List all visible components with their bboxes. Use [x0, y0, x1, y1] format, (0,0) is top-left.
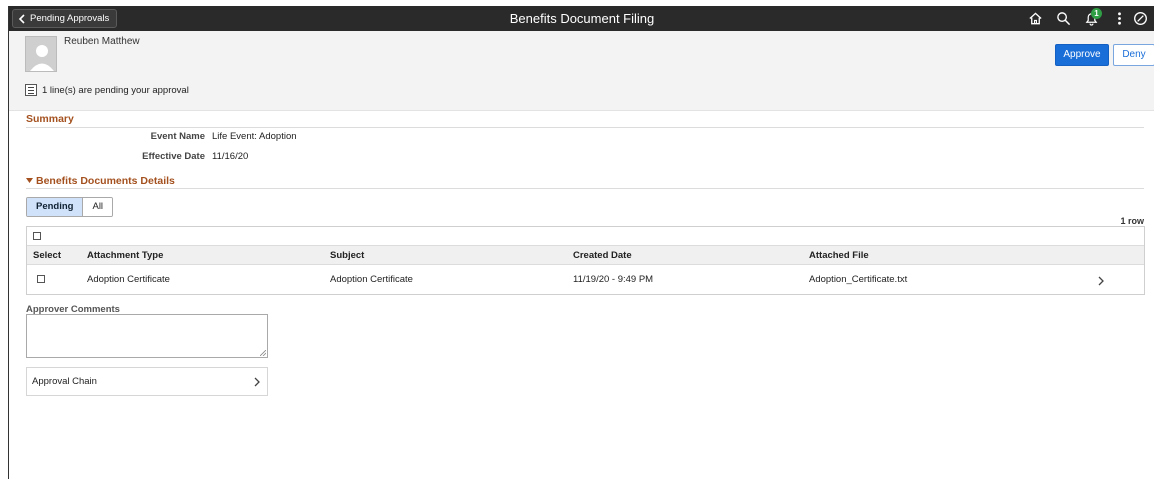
employee-name: Reuben Matthew [64, 36, 140, 47]
row-attached-file[interactable]: Adoption_Certificate.txt [809, 265, 907, 293]
row-attachment-type: Adoption Certificate [87, 273, 170, 285]
search-icon[interactable] [1049, 6, 1077, 31]
effective-date-label: Effective Date [142, 151, 205, 162]
approval-chain-link[interactable]: Approval Chain [26, 367, 268, 396]
column-header-attachment-type: Attachment Type [87, 249, 164, 261]
avatar [25, 36, 57, 72]
details-section-header[interactable]: Benefits Documents Details [26, 175, 175, 187]
select-all-checkbox[interactable] [33, 232, 41, 240]
deny-button[interactable]: Deny [1113, 44, 1154, 66]
home-icon[interactable] [1021, 6, 1049, 31]
app-frame: Pending Approvals Benefits Document Fili… [8, 6, 1154, 479]
details-title: Benefits Documents Details [36, 175, 175, 187]
pending-notice: 1 line(s) are pending your approval [25, 84, 189, 96]
header-icons: 1 [1021, 6, 1154, 31]
grid-select-all-row [27, 227, 1144, 246]
approval-chain-label: Approval Chain [32, 376, 97, 387]
row-select-cell [37, 265, 45, 293]
approver-comments-input[interactable] [26, 314, 268, 358]
summary-divider [26, 127, 1144, 128]
column-header-subject: Subject [330, 249, 365, 261]
back-button[interactable]: Pending Approvals [12, 9, 118, 28]
chevron-left-icon [18, 13, 25, 24]
pending-message: 1 line(s) are pending your approval [42, 84, 189, 96]
row-subject: Adoption Certificate [330, 273, 413, 285]
grid-header-row: Select Attachment Type Subject Created D… [27, 246, 1144, 265]
resize-grip-icon[interactable] [260, 350, 266, 356]
row-select-checkbox[interactable] [37, 275, 45, 283]
effective-date-value: 11/16/20 [212, 151, 249, 162]
event-name-label: Event Name [150, 131, 205, 142]
back-button-label: Pending Approvals [30, 13, 110, 24]
notification-icon[interactable]: 1 [1077, 6, 1105, 31]
view-toggle: Pending All [26, 197, 114, 217]
employee-header: Reuben Matthew Approve Deny 1 line(s) ar… [9, 31, 1154, 111]
event-name-value: Life Event: Adoption [212, 131, 297, 142]
table-row[interactable]: Adoption Certificate Adoption Certificat… [27, 265, 1144, 293]
row-count: 1 row [1120, 216, 1144, 226]
collapse-triangle-icon [26, 178, 33, 183]
navbar-icon[interactable] [1133, 6, 1154, 31]
approve-button[interactable]: Approve [1055, 44, 1109, 66]
tab-all[interactable]: All [83, 198, 113, 216]
column-header-select: Select [33, 249, 61, 261]
row-created-date: 11/19/20 - 9:49 PM [573, 273, 654, 285]
chevron-right-icon[interactable] [1097, 267, 1105, 295]
chevron-right-icon [254, 377, 260, 386]
summary-title: Summary [26, 113, 74, 125]
details-divider [26, 188, 1144, 189]
column-header-attached-file: Attached File [809, 249, 869, 261]
list-icon [25, 84, 37, 96]
top-banner: Pending Approvals Benefits Document Fili… [9, 6, 1154, 31]
column-header-created-date: Created Date [573, 249, 632, 261]
actions-menu-icon[interactable] [1105, 6, 1133, 31]
tab-pending[interactable]: Pending [27, 198, 84, 216]
documents-grid: Select Attachment Type Subject Created D… [26, 226, 1145, 295]
page-title: Benefits Document Filing [509, 11, 655, 26]
notification-badge: 1 [1091, 8, 1102, 19]
